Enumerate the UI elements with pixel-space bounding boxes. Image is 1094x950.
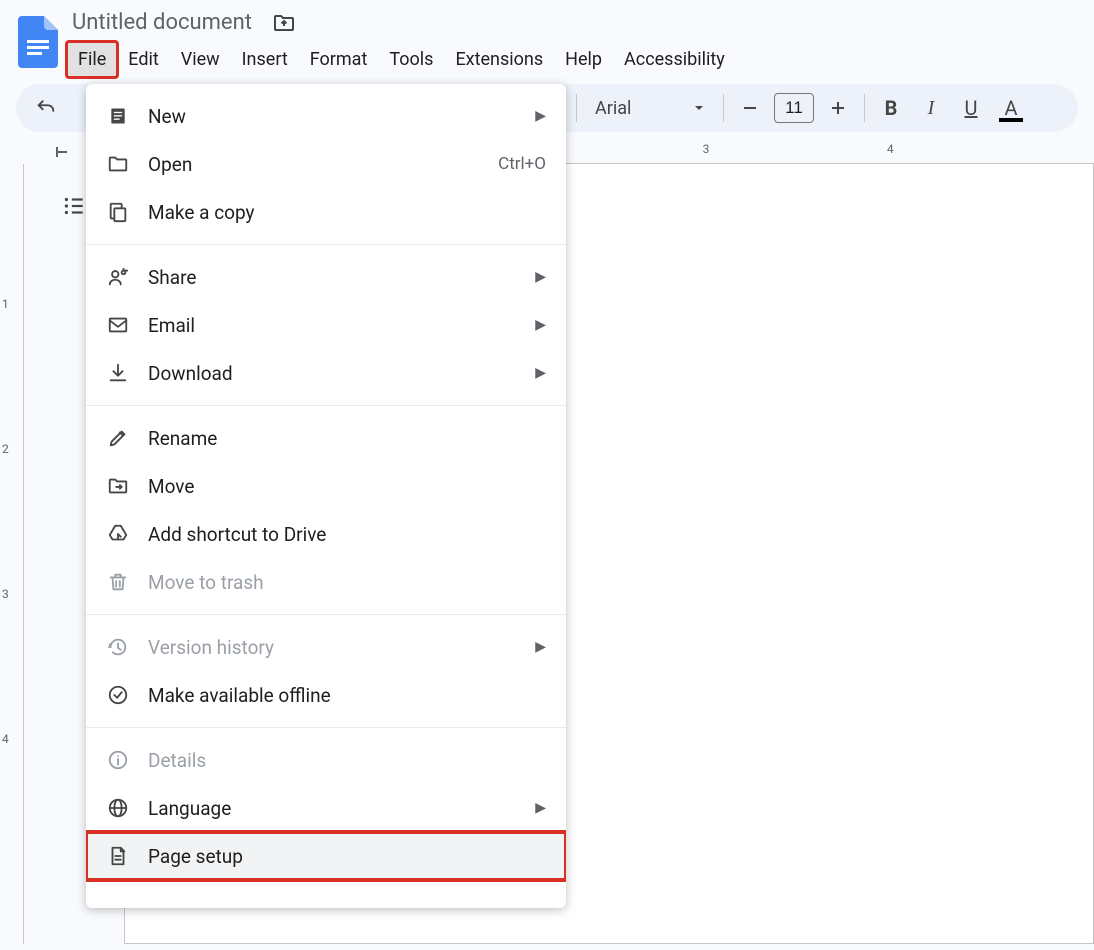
toolbar-separator — [864, 94, 865, 122]
folder-icon — [106, 152, 130, 176]
title-area: Untitled document FileEditViewInsertForm… — [68, 8, 735, 76]
copy-icon — [106, 200, 130, 224]
title-row: Untitled document — [68, 8, 735, 37]
header: Untitled document FileEditViewInsertForm… — [0, 0, 1094, 76]
undo-button[interactable] — [28, 90, 64, 126]
document-title[interactable]: Untitled document — [68, 8, 256, 37]
ruler-number: 4 — [887, 142, 894, 156]
mail-icon — [106, 313, 130, 337]
submenu-arrow-icon: ▶ — [535, 800, 546, 816]
font-size-control — [732, 90, 856, 126]
underline-button[interactable]: U — [953, 90, 989, 126]
menubar: FileEditViewInsertFormatToolsExtensionsH… — [68, 43, 735, 76]
menu-item-label: Version history — [148, 636, 517, 659]
share-icon — [106, 265, 130, 289]
submenu-arrow-icon: ▶ — [535, 108, 546, 124]
menu-item-label: Make a copy — [148, 201, 546, 224]
menu-item-label: Language — [148, 797, 517, 820]
menu-separator — [86, 614, 566, 615]
font-size-input[interactable] — [774, 93, 814, 123]
file-menu-details: Details — [86, 736, 566, 784]
file-menu-make-a-copy[interactable]: Make a copy — [86, 188, 566, 236]
menu-item-label: Rename — [148, 427, 546, 450]
ruler-number: 3 — [703, 142, 710, 156]
submenu-arrow-icon: ▶ — [535, 365, 546, 381]
menu-separator — [86, 727, 566, 728]
file-menu-rename[interactable]: Rename — [86, 414, 566, 462]
menu-tools[interactable]: Tools — [379, 43, 443, 76]
submenu-arrow-icon: ▶ — [535, 639, 546, 655]
menu-item-shortcut: Ctrl+O — [498, 154, 546, 174]
menu-format[interactable]: Format — [300, 43, 378, 76]
info-icon — [106, 748, 130, 772]
file-menu-language[interactable]: Language ▶ — [86, 784, 566, 832]
menu-extensions[interactable]: Extensions — [445, 43, 553, 76]
menu-edit[interactable]: Edit — [118, 43, 168, 76]
menu-separator — [86, 244, 566, 245]
download-icon — [106, 361, 130, 385]
menu-item-label: Move to trash — [148, 571, 546, 594]
file-menu-version-history: Version history ▶ — [86, 623, 566, 671]
file-menu-page-setup[interactable]: Page setup — [86, 832, 566, 880]
menu-insert[interactable]: Insert — [232, 43, 298, 76]
globe-icon — [106, 796, 130, 820]
font-family-value: Arial — [595, 98, 631, 119]
menu-item-label: Details — [148, 749, 546, 772]
page-icon — [106, 844, 130, 868]
menu-file[interactable]: File — [65, 40, 119, 79]
ruler-number: 1 — [2, 297, 9, 311]
doc-icon — [106, 104, 130, 128]
file-menu-new[interactable]: New ▶ — [86, 92, 566, 140]
file-menu-move-to-trash: Move to trash — [86, 558, 566, 606]
ruler-number: 4 — [2, 732, 9, 746]
menu-view[interactable]: View — [171, 43, 230, 76]
menu-item-label: Download — [148, 362, 517, 385]
file-menu-move[interactable]: Move — [86, 462, 566, 510]
file-menu-open[interactable]: Open Ctrl+O — [86, 140, 566, 188]
trash-icon — [106, 570, 130, 594]
decrease-font-size-button[interactable] — [732, 90, 768, 126]
toolbar-separator — [576, 94, 577, 122]
menu-item-label: Email — [148, 314, 517, 337]
file-menu-make-available-offline[interactable]: Make available offline — [86, 671, 566, 719]
offline-icon — [106, 683, 130, 707]
menu-item-label: Open — [148, 153, 480, 176]
bold-button[interactable]: B — [873, 90, 909, 126]
menu-item-label: New — [148, 105, 517, 128]
tab-stop-icon[interactable] — [52, 142, 72, 162]
rename-icon — [106, 426, 130, 450]
italic-button[interactable]: I — [913, 90, 949, 126]
vertical-ruler[interactable]: 1 2 3 4 — [0, 164, 24, 944]
menu-accessibility[interactable]: Accessibility — [614, 43, 735, 76]
menu-help[interactable]: Help — [555, 43, 612, 76]
file-menu-dropdown: New▶OpenCtrl+OMake a copyShare▶Email▶Dow… — [86, 84, 566, 908]
text-color-button[interactable]: A — [993, 90, 1029, 126]
file-menu-email[interactable]: Email ▶ — [86, 301, 566, 349]
submenu-arrow-icon: ▶ — [535, 269, 546, 285]
history-icon — [106, 635, 130, 659]
submenu-arrow-icon: ▶ — [535, 317, 546, 333]
menu-item-label: Move — [148, 475, 546, 498]
menu-item-label: Page setup — [148, 845, 546, 868]
toolbar-separator — [723, 94, 724, 122]
menu-item-label: Add shortcut to Drive — [148, 523, 546, 546]
ruler-number: 3 — [2, 587, 9, 601]
file-menu-add-shortcut-to-drive[interactable]: Add shortcut to Drive — [86, 510, 566, 558]
menu-item-label: Make available offline — [148, 684, 546, 707]
menu-item-label: Share — [148, 266, 517, 289]
move-to-folder-icon[interactable] — [270, 9, 298, 37]
ruler-number: 2 — [2, 442, 9, 456]
docs-logo-icon[interactable] — [16, 12, 60, 72]
menu-separator — [86, 405, 566, 406]
file-menu-download[interactable]: Download ▶ — [86, 349, 566, 397]
font-family-select[interactable]: Arial — [585, 90, 715, 126]
increase-font-size-button[interactable] — [820, 90, 856, 126]
file-menu-share[interactable]: Share ▶ — [86, 253, 566, 301]
move-icon — [106, 474, 130, 498]
drive-shortcut-icon — [106, 522, 130, 546]
